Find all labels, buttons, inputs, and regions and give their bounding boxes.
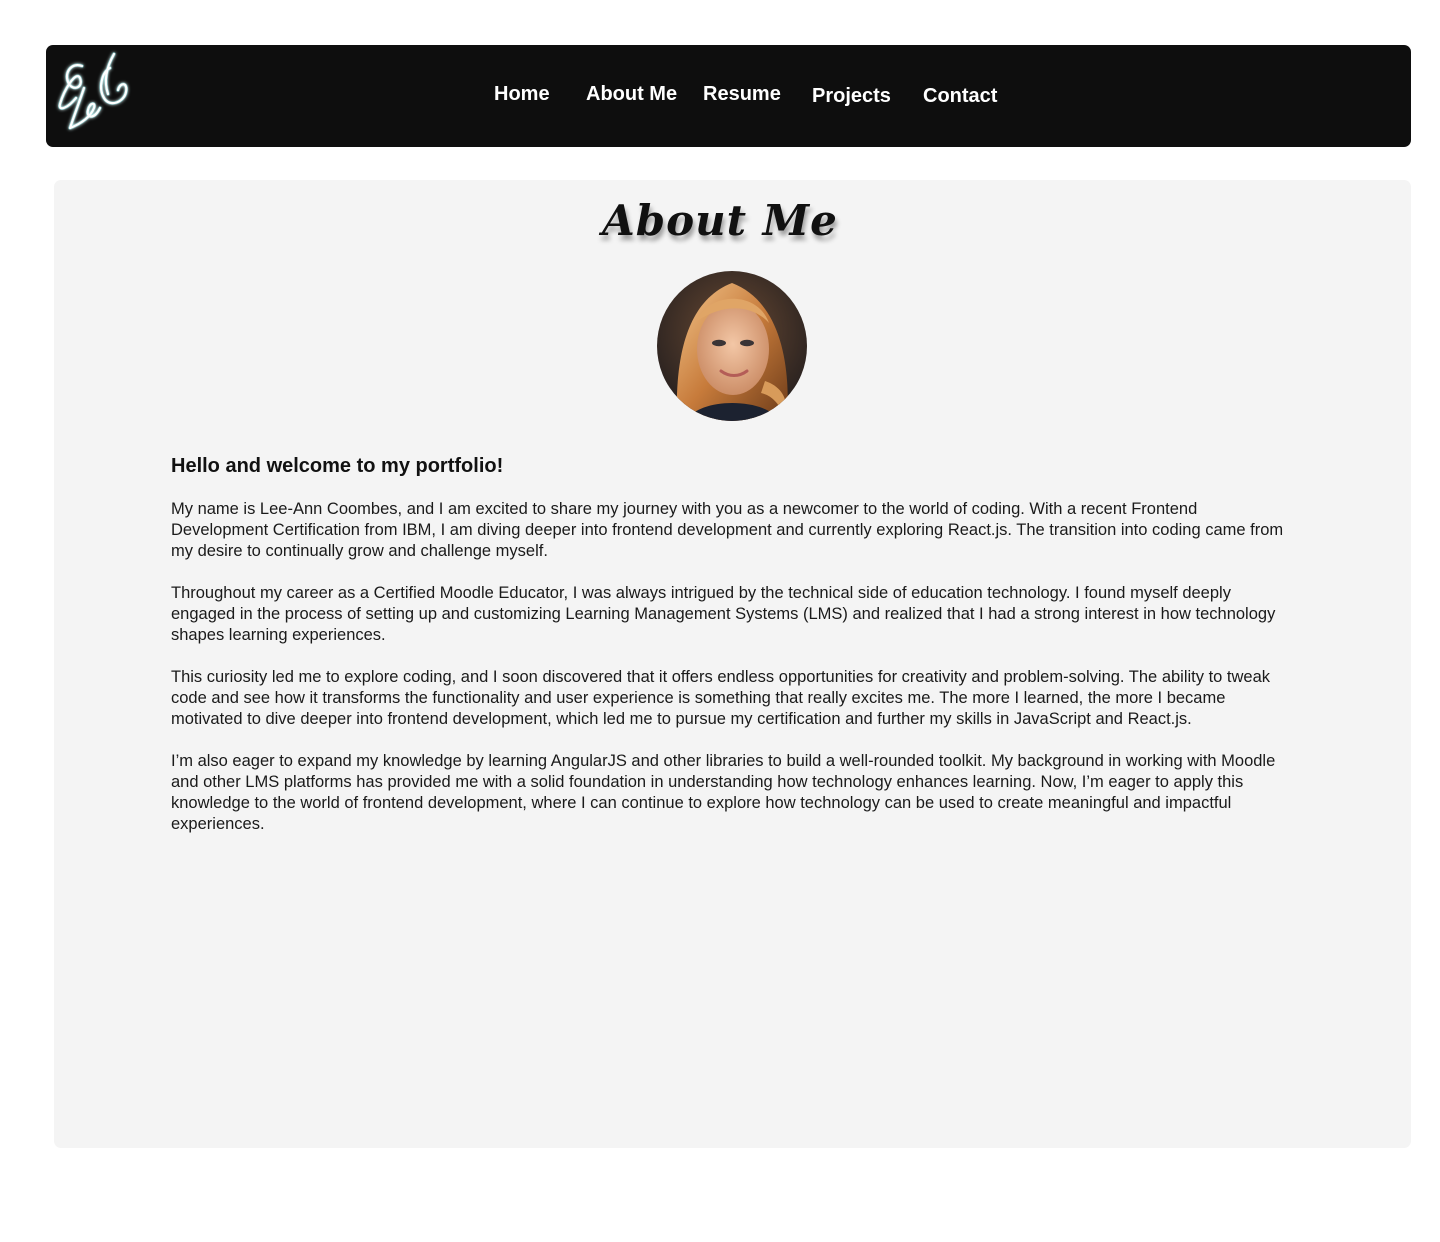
about-text: Hello and welcome to my portfolio! My na…	[171, 453, 1296, 856]
about-paragraph: My name is Lee-Ann Coombes, and I am exc…	[171, 500, 1284, 560]
nav-link-home[interactable]: Home	[494, 83, 550, 106]
nav-link-contact[interactable]: Contact	[923, 85, 997, 108]
about-paragraph: I’m also eager to expand my knowledge by…	[171, 752, 1276, 833]
about-paragraph: This curiosity led me to explore coding,…	[171, 668, 1271, 728]
nav-link-about-me[interactable]: About Me	[586, 83, 677, 106]
profile-photo	[657, 271, 807, 421]
nav-link-resume[interactable]: Resume	[703, 83, 781, 106]
signature-logo-icon[interactable]	[54, 48, 138, 134]
greeting-heading: Hello and welcome to my portfolio!	[171, 455, 504, 477]
page-title: About Me	[602, 196, 838, 245]
about-paragraph: Throughout my career as a Certified Mood…	[171, 584, 1276, 644]
nav-link-projects[interactable]: Projects	[812, 85, 891, 108]
